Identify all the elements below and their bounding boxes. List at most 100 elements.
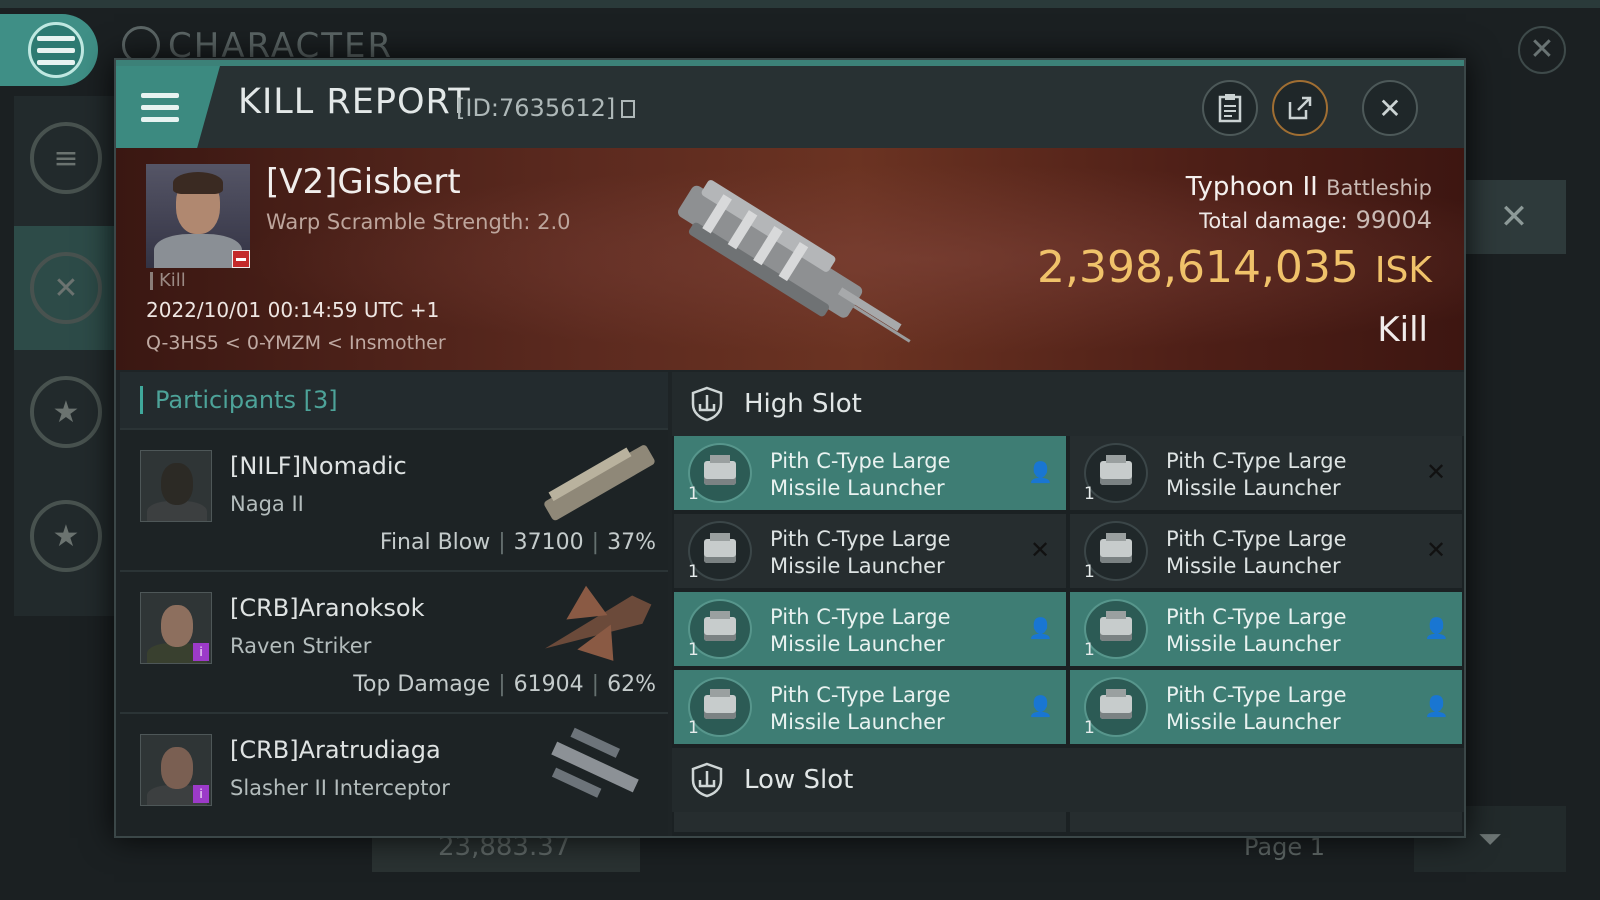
participants-header[interactable]: Participants [3] [120,372,668,430]
info-badge-icon: i [193,643,209,661]
destroyed-x-icon: ✕ [1425,536,1447,564]
module-quantity: 1 [688,718,699,738]
module-row[interactable]: 1 Pith C-Type Large Missile Launcher 👤 [1070,592,1462,666]
dropped-person-icon: 👤 [1028,460,1053,484]
module-quantity: 1 [688,640,699,660]
isk-amount: 2,398,614,035 [1037,242,1359,293]
total-damage: Total damage: 99004 [1199,206,1432,234]
share-button[interactable] [1272,80,1328,136]
participant-stats: Top Damage | 61904 | 62% [353,672,656,697]
modal-header: KILL REPORT [ID:7635612] ✕ [116,66,1464,148]
participant-percent: 37% [607,530,656,555]
kill-datetime: 2022/10/01 00:14:59 UTC +1 [146,298,440,322]
participant-ship: Slasher II Interceptor [230,776,450,800]
close-button[interactable]: ✕ [1362,80,1418,136]
isk-unit: ISK [1374,250,1432,291]
module-quantity: 1 [1084,718,1095,738]
kill-tag: Kill [150,272,186,290]
module-name: Pith C-Type Large Missile Launcher [770,449,951,500]
modal-title: KILL REPORT [238,82,471,122]
total-damage-label: Total damage: [1199,209,1348,233]
background-sidebar-item-star-2[interactable]: ★ [14,474,118,598]
participant-role: Final Blow [379,530,491,555]
fitting-panel: High Slot 1 Pith C-Type Large Missile La… [672,372,1464,836]
participant-ship-image [545,585,652,661]
participant-row[interactable]: i [CRB]Aratrudiaga Slasher II Intercepto… [120,714,668,836]
module-row[interactable]: 1 Pith C-Type Large Missile Launcher ✕ [1070,436,1462,510]
star-badge-icon: ★ [30,500,102,572]
module-name: Pith C-Type Large Missile Launcher [1166,449,1347,500]
module-row[interactable] [674,812,1066,832]
module-row[interactable]: 1 Pith C-Type Large Missile Launcher ✕ [1070,514,1462,588]
victim-ship-name: Typhoon II [1185,172,1318,202]
participant-role: Top Damage [353,672,491,697]
kill-result: Kill [1377,310,1428,350]
low-slot-grid [672,812,1464,832]
crossed-swords-icon: ✕ [30,252,102,324]
participant-ship: Raven Striker [230,634,372,658]
clipboard-icon [1218,94,1242,123]
module-name: Pith C-Type Large Missile Launcher [770,605,951,656]
background-tools-button[interactable]: ✕ [1462,180,1566,254]
module-row[interactable]: 1 Pith C-Type Large Missile Launcher 👤 [674,436,1066,510]
participant-damage: 37100 [513,530,584,555]
module-row[interactable]: 1 Pith C-Type Large Missile Launcher ✕ [674,514,1066,588]
module-name: Pith C-Type Large Missile Launcher [1166,683,1347,734]
clipboard-button[interactable] [1202,80,1258,136]
module-row[interactable]: 1 Pith C-Type Large Missile Launcher 👤 [1070,670,1462,744]
share-icon [1288,96,1312,120]
kill-id-text: [ID:7635612] [456,94,616,122]
participants-heading: Participants [3] [140,386,338,414]
participant-portrait [140,450,212,522]
high-slot-icon [691,386,723,422]
modal-menu-button[interactable] [116,66,220,148]
kill-id[interactable]: [ID:7635612] [456,94,636,122]
high-slot-header: High Slot [672,372,1464,436]
participant-name: [CRB]Aratrudiaga [230,736,441,764]
participant-portrait: i [140,592,212,664]
participant-row[interactable]: [NILF]Nomadic Naga II Final Blow | 37100 | 3… [120,430,668,572]
dropped-person-icon: 👤 [1424,616,1449,640]
list-icon: ≡ [30,122,102,194]
participant-name: [NILF]Nomadic [230,452,407,480]
victim-banner: [V2]Gisbert Warp Scramble Strength: 2.0 … [116,148,1464,370]
victim-ship-type[interactable]: Typhoon II Battleship [1186,172,1432,202]
module-quantity: 1 [1084,640,1095,660]
background-close-icon[interactable]: ✕ [1518,26,1566,74]
module-name: Pith C-Type Large Missile Launcher [1166,527,1347,578]
kill-location[interactable]: Q-3HS5 < 0-YMZM < Insmother [146,332,446,354]
module-quantity: 1 [1084,484,1095,504]
participant-damage: 61904 [513,672,584,697]
victim-subtitle: Warp Scramble Strength: 2.0 [266,210,571,234]
star-icon: ★ [30,376,102,448]
copy-icon[interactable] [621,100,636,118]
filter-icon: ⏷ [1478,821,1502,857]
destroyed-x-icon: ✕ [1029,536,1051,564]
participant-portrait: i [140,734,212,806]
kill-report-modal: KILL REPORT [ID:7635612] ✕ [V2]Gisbert W… [114,58,1466,838]
participant-name: [CRB]Aranoksok [230,594,425,622]
destroyed-x-icon: ✕ [1425,458,1447,486]
background-sidebar-item-star[interactable]: ★ [14,350,118,474]
module-row[interactable]: 1 Pith C-Type Large Missile Launcher 👤 [674,670,1066,744]
module-name: Pith C-Type Large Missile Launcher [1166,605,1347,656]
module-row[interactable]: 1 Pith C-Type Large Missile Launcher 👤 [674,592,1066,666]
menu-icon [141,92,179,122]
module-row[interactable] [1070,812,1462,832]
module-quantity: 1 [688,562,699,582]
total-damage-value: 99004 [1355,206,1432,234]
low-slot-heading: Low Slot [744,765,854,795]
participants-panel: Participants [3] [NILF]Nomadic Naga II F… [120,372,668,836]
victim-name[interactable]: [V2]Gisbert [266,162,461,202]
background-sidebar-item-combat[interactable]: ✕ [14,226,118,350]
participant-percent: 62% [607,672,656,697]
tools-icon: ✕ [1499,197,1529,237]
victim-ship-image[interactable] [636,164,936,364]
hostile-standing-icon [232,250,250,268]
background-sidebar-item-list[interactable]: ≡ [14,96,118,220]
participant-row[interactable]: i [CRB]Aranoksok Raven Striker Top Damag… [120,572,668,714]
background-menu-button[interactable] [0,14,98,86]
high-slot-heading: High Slot [744,389,862,419]
participant-ship: Naga II [230,492,304,516]
participant-ship-image [551,727,639,798]
